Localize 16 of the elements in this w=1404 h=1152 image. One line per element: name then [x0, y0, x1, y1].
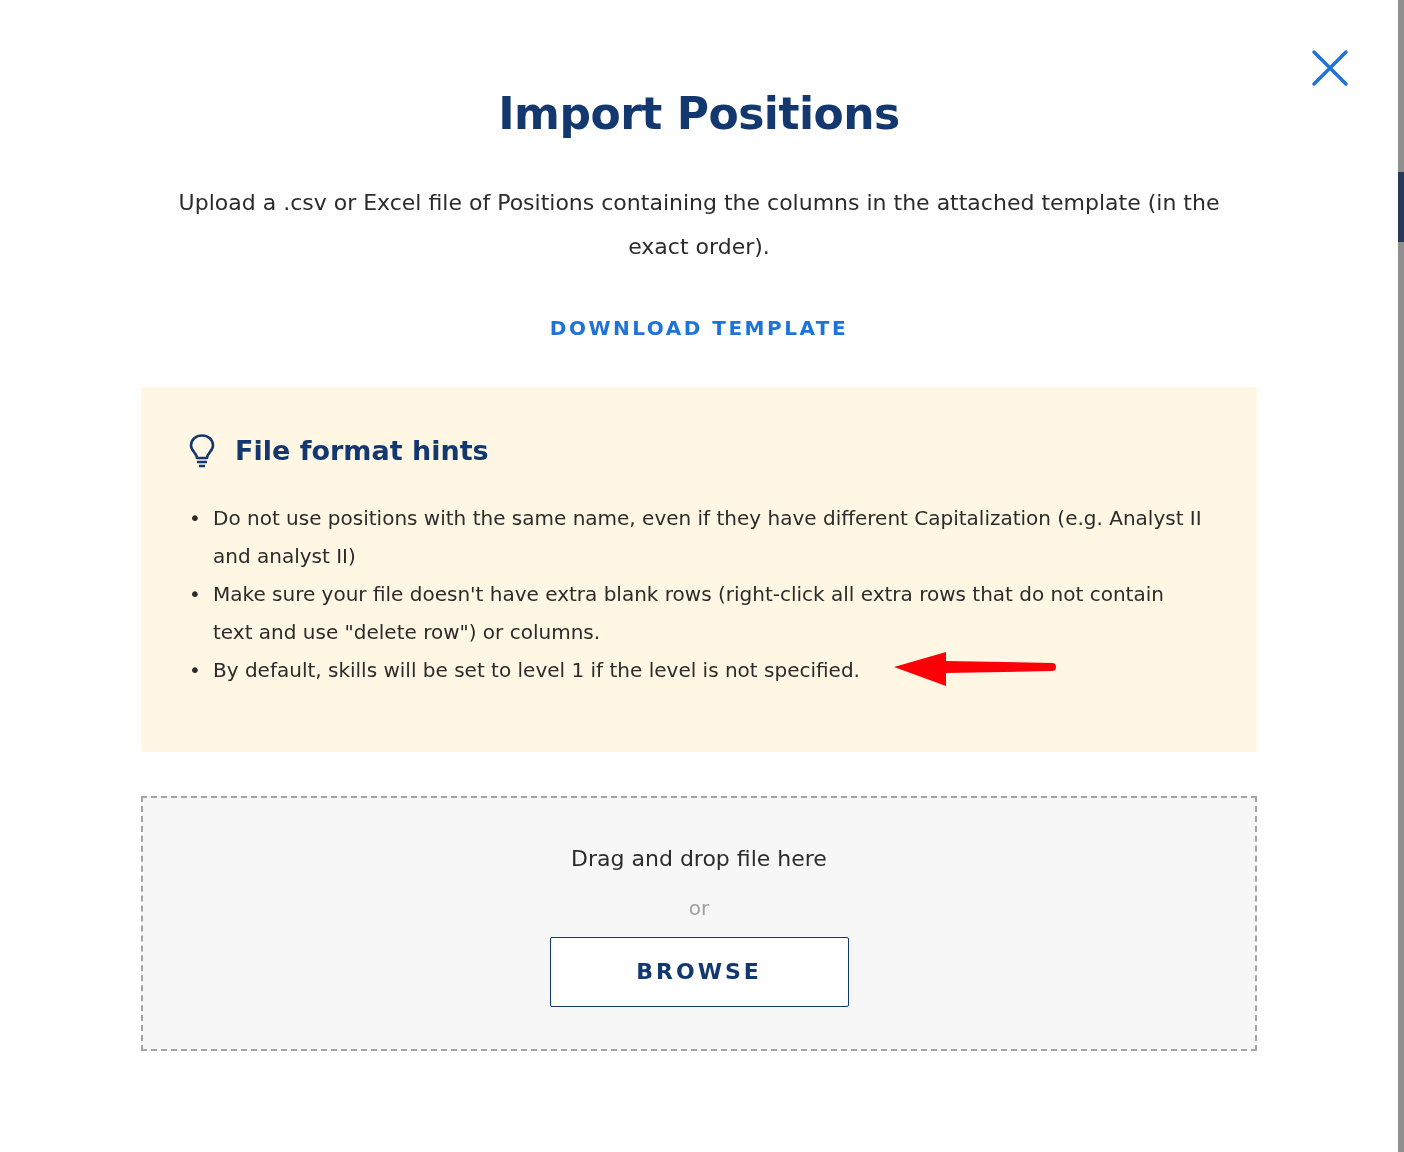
bullet: •: [189, 505, 199, 533]
hints-title: File format hints: [235, 433, 489, 468]
description-text: Upload a .csv or Excel file of Positions containing the columns in the attached template (in the exact order).: [177, 188, 1221, 261]
lightbulb-icon: [189, 434, 215, 469]
drop-prompt: Drag and drop file here: [570, 844, 828, 873]
bullet: •: [189, 581, 199, 609]
bullet: •: [189, 657, 199, 685]
hint-item: By default, skills will be set to level 1 if the level is not specified.: [213, 658, 860, 683]
drop-zone[interactable]: Drag and drop file here or BROWSE: [141, 795, 1257, 1051]
close-button[interactable]: [1310, 48, 1350, 88]
hint-item: Make sure your file doesn't have extra blank rows (right-click all extra rows that do not contain text and use "delete row") or columns.: [213, 582, 1164, 645]
or-separator: or: [687, 894, 711, 922]
download-template-link[interactable]: DOWNLOAD TEMPLATE: [549, 312, 849, 343]
browse-button[interactable]: BROWSE: [549, 936, 849, 1007]
hint-item: Do not use positions with the same name, even if they have different Capitalization (e.g. Analyst II and analyst II): [213, 506, 1202, 569]
dialog-title: Import Positions: [497, 88, 901, 141]
